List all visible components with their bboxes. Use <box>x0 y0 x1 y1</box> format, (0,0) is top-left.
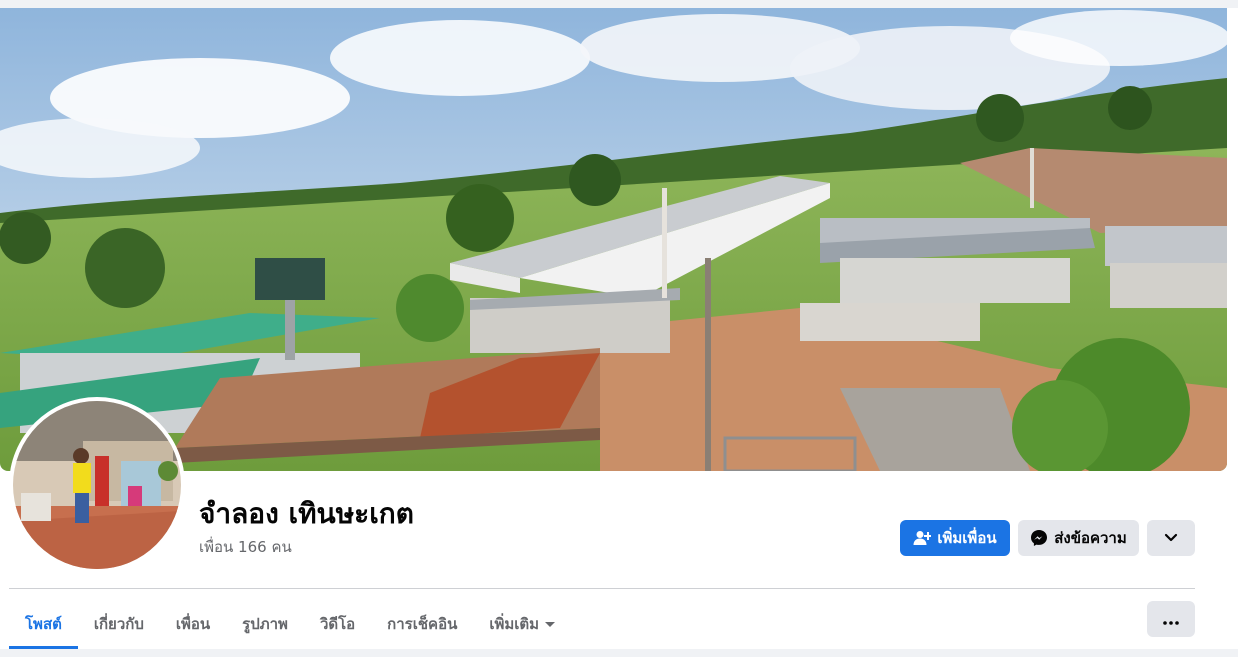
tab-videos[interactable]: วิดีโอ <box>304 599 371 649</box>
add-friend-label: เพิ่มเพื่อน <box>937 529 997 547</box>
tab-photos[interactable]: รูปภาพ <box>226 599 304 649</box>
messenger-icon <box>1030 529 1048 547</box>
tab-about[interactable]: เกี่ยวกับ <box>78 599 160 649</box>
top-strip <box>0 0 1238 8</box>
profile-dropdown-button[interactable] <box>1147 520 1195 556</box>
tab-more-label: เพิ่มเติม <box>489 615 540 633</box>
overflow-menu-button[interactable] <box>1147 601 1195 637</box>
person-plus-icon <box>913 530 932 546</box>
cover-photo-image <box>0 8 1227 471</box>
caret-down-icon <box>545 621 556 627</box>
bottom-strip <box>0 649 1238 657</box>
tab-friends[interactable]: เพื่อน <box>160 599 226 649</box>
profile-avatar-image <box>13 401 181 569</box>
header-divider <box>9 588 1195 589</box>
tab-more[interactable]: เพิ่มเติม <box>473 599 571 649</box>
chevron-down-icon <box>1164 529 1178 547</box>
add-friend-button[interactable]: เพิ่มเพื่อน <box>900 520 1010 556</box>
message-button[interactable]: ส่งข้อความ <box>1018 520 1139 556</box>
tab-posts[interactable]: โพสต์ <box>9 599 78 649</box>
profile-name: จำลอง เทินษะเกต <box>199 497 414 530</box>
profile-tabs: โพสต์ เกี่ยวกับ เพื่อน รูปภาพ วิดีโอ การ… <box>9 599 571 649</box>
profile-page: จำลอง เทินษะเกต เพื่อน 166 คน เพิ่มเพื่อ… <box>0 0 1238 657</box>
profile-avatar[interactable] <box>9 397 185 573</box>
cover-photo[interactable] <box>0 8 1227 471</box>
friend-count[interactable]: เพื่อน 166 คน <box>199 537 292 557</box>
message-label: ส่งข้อความ <box>1054 529 1127 547</box>
ellipsis-icon <box>1163 610 1179 629</box>
tab-checkins[interactable]: การเช็คอิน <box>371 599 473 649</box>
